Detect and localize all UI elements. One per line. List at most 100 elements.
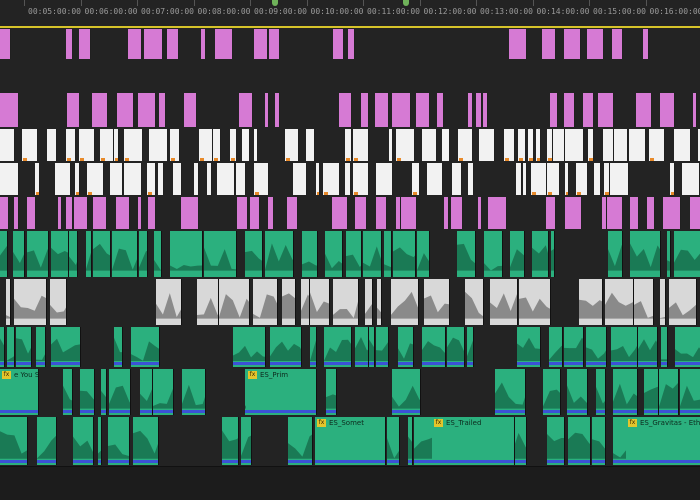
timeline-clip[interactable] <box>316 163 320 195</box>
audio-track-7[interactable] <box>0 230 700 279</box>
timeline-clip[interactable] <box>444 197 449 229</box>
timeline-clip[interactable] <box>565 163 569 195</box>
timeline-clip[interactable] <box>66 197 73 229</box>
timeline-clip[interactable] <box>230 129 237 161</box>
timeline-clip[interactable] <box>424 279 450 325</box>
timeline-clip[interactable] <box>204 231 237 277</box>
fx-badge-icon[interactable]: fx <box>628 419 637 427</box>
timeline-clip[interactable] <box>215 29 233 59</box>
timeline-clip[interactable] <box>156 279 182 325</box>
timeline-clip[interactable] <box>133 417 159 465</box>
timeline-clip[interactable] <box>110 163 123 195</box>
timeline-clip[interactable] <box>0 93 19 127</box>
timeline-clip[interactable] <box>0 129 15 161</box>
timeline-clip[interactable] <box>100 129 114 161</box>
fx-badge-icon[interactable]: fx <box>248 371 257 379</box>
timeline-clip[interactable] <box>265 93 269 127</box>
timeline-clip[interactable] <box>607 197 623 229</box>
timeline-clip[interactable] <box>13 231 25 277</box>
timeline-clip[interactable] <box>417 231 430 277</box>
timeline-clip[interactable] <box>16 327 32 367</box>
timeline-clip[interactable] <box>542 29 556 59</box>
timeline-clip[interactable] <box>483 93 488 127</box>
timeline-clip[interactable] <box>288 417 313 465</box>
timeline-clip[interactable] <box>583 93 594 127</box>
timeline-clip[interactable] <box>547 417 565 465</box>
timeline-clip[interactable] <box>69 231 78 277</box>
timeline-clip[interactable] <box>634 279 654 325</box>
timeline-clip[interactable] <box>532 231 549 277</box>
timeline-clip[interactable] <box>594 163 601 195</box>
timeline-clip[interactable] <box>422 129 437 161</box>
timeline-clip[interactable] <box>310 279 330 325</box>
timeline-clip[interactable] <box>219 279 250 325</box>
timeline-clip[interactable] <box>638 327 658 367</box>
timeline-clip[interactable] <box>275 93 280 127</box>
timeline-clip[interactable] <box>579 279 603 325</box>
timeline-clip[interactable] <box>27 231 49 277</box>
timeline-clip[interactable] <box>47 129 57 161</box>
timeline-clip[interactable] <box>457 231 476 277</box>
timeline-clip[interactable] <box>659 369 679 415</box>
timeline-clip[interactable] <box>387 417 400 465</box>
timeline-clip[interactable] <box>682 163 700 195</box>
timeline-clip[interactable] <box>661 327 668 367</box>
timeline-clip[interactable] <box>392 93 411 127</box>
timeline-clip[interactable] <box>333 279 359 325</box>
timeline-ruler[interactable]: 00:05:00:00 00:06:00:00 00:07:00:00 00:08:0… <box>0 0 700 28</box>
timeline-clip[interactable] <box>253 279 278 325</box>
timeline-clip[interactable] <box>401 197 417 229</box>
timeline-clip[interactable] <box>7 327 15 367</box>
timeline-clip[interactable] <box>603 129 614 161</box>
timeline-clip[interactable] <box>519 279 551 325</box>
timeline-clip[interactable] <box>74 197 88 229</box>
timeline-clip[interactable] <box>27 197 36 229</box>
timeline-clip[interactable] <box>693 93 697 127</box>
timeline-clip[interactable] <box>159 93 166 127</box>
timeline-clip[interactable] <box>93 231 111 277</box>
timeline-clip[interactable] <box>237 197 248 229</box>
timeline-clip[interactable] <box>353 163 369 195</box>
timeline-clip[interactable] <box>377 279 382 325</box>
timeline-clip[interactable] <box>241 417 252 465</box>
timeline-clip[interactable] <box>170 231 203 277</box>
timeline-clip[interactable] <box>488 197 507 229</box>
timeline-clip[interactable] <box>670 163 675 195</box>
timeline-clip[interactable] <box>422 327 446 367</box>
timeline-clip[interactable] <box>674 231 700 277</box>
timeline-clip[interactable] <box>66 129 76 161</box>
timeline-clip[interactable] <box>282 279 296 325</box>
timeline-clip[interactable] <box>332 197 348 229</box>
timeline-clip[interactable] <box>551 231 555 277</box>
video-track-5[interactable] <box>0 162 700 197</box>
timeline-clip[interactable] <box>376 163 393 195</box>
timeline-clip[interactable] <box>516 163 522 195</box>
timeline-clip[interactable] <box>339 93 352 127</box>
timeline-clip[interactable] <box>293 163 307 195</box>
timeline-clip[interactable] <box>87 163 104 195</box>
timeline-clip[interactable] <box>479 129 495 161</box>
timeline-clip[interactable] <box>93 197 107 229</box>
timeline-clip[interactable] <box>610 163 629 195</box>
timeline-clip[interactable] <box>333 29 344 59</box>
timeline-clip[interactable] <box>124 129 143 161</box>
timeline-clip[interactable] <box>55 163 71 195</box>
timeline-clip[interactable] <box>323 163 340 195</box>
timeline-clip[interactable] <box>345 129 352 161</box>
timeline-clip[interactable] <box>361 93 369 127</box>
labelled-audio-clip[interactable]: fx ES_Prim <box>246 369 317 415</box>
timeline-clip[interactable] <box>302 231 318 277</box>
timeline-clip[interactable] <box>392 369 421 415</box>
timeline-clip[interactable] <box>265 231 294 277</box>
timeline-clip[interactable] <box>63 369 73 415</box>
timeline-clip[interactable] <box>181 197 199 229</box>
timeline-clip[interactable] <box>98 417 102 465</box>
timeline-clip[interactable] <box>242 129 250 161</box>
timeline-clip[interactable] <box>611 327 638 367</box>
timeline-clip[interactable] <box>201 29 206 59</box>
timeline-clip[interactable] <box>495 369 526 415</box>
timeline-clip[interactable] <box>504 129 515 161</box>
timeline-clip[interactable] <box>14 279 47 325</box>
timeline-clip[interactable] <box>50 279 67 325</box>
timeline-clip[interactable] <box>346 231 362 277</box>
